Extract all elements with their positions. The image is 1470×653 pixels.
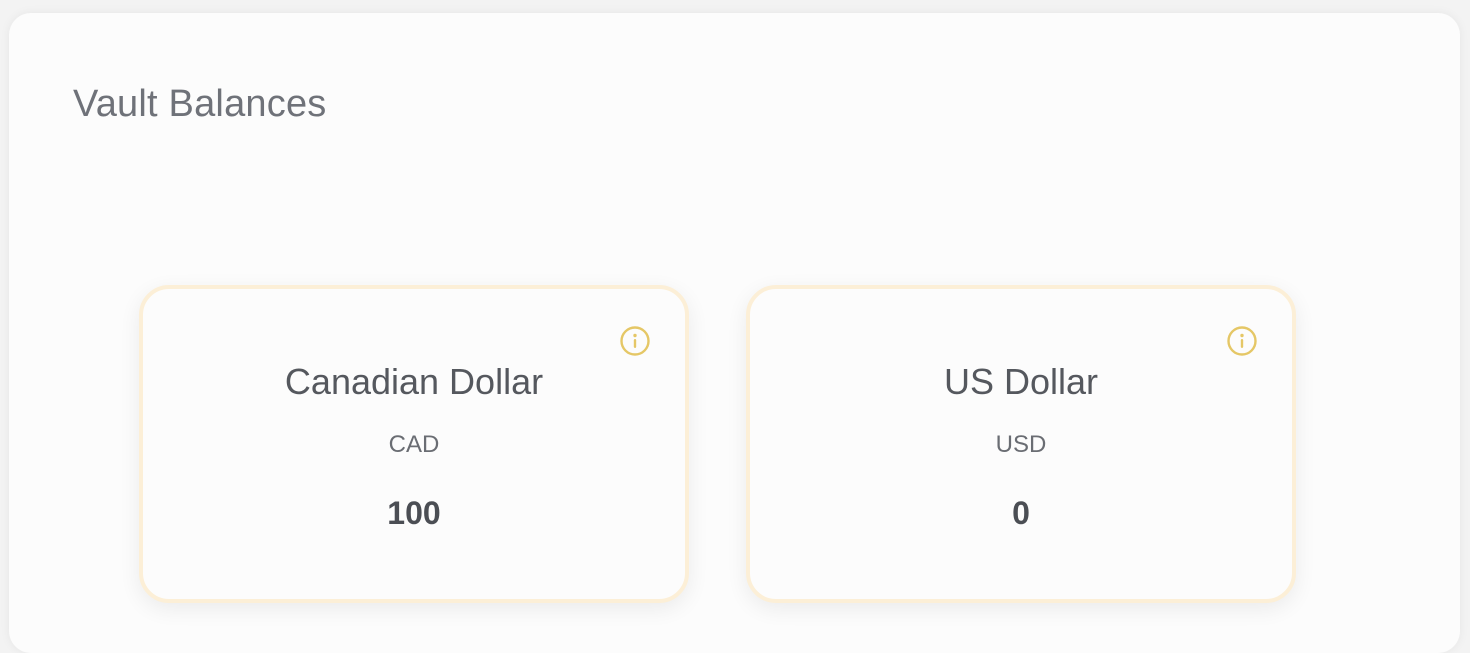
currency-code: CAD: [388, 431, 440, 458]
vault-balances-panel: Vault Balances Canadian Dollar CAD 100 U…: [9, 13, 1460, 653]
page-title: Vault Balances: [73, 83, 327, 125]
info-icon[interactable]: [1226, 325, 1258, 357]
currency-code: USD: [995, 431, 1047, 458]
balance-card-usd: US Dollar USD 0: [746, 285, 1296, 603]
currency-name: US Dollar: [943, 361, 1099, 402]
info-icon[interactable]: [619, 325, 651, 357]
balance-amount: 100: [387, 495, 441, 531]
balance-amount: 0: [1012, 495, 1030, 531]
balance-card-cad: Canadian Dollar CAD 100: [139, 285, 689, 603]
currency-name: Canadian Dollar: [284, 361, 544, 402]
